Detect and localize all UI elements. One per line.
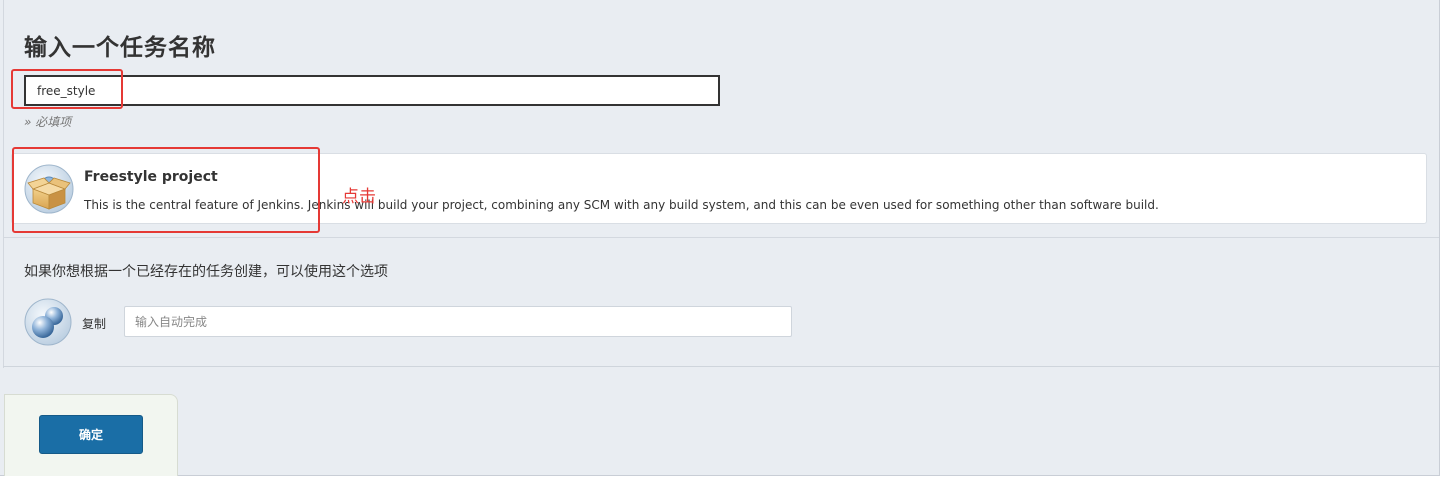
ok-button[interactable]: 确定	[39, 415, 143, 454]
item-type-title: Freestyle project	[84, 169, 218, 185]
copy-from-label: 复制	[82, 317, 107, 331]
annotation-click-label: 点击	[342, 187, 376, 207]
form-bottom-divider	[3, 366, 1439, 367]
page-title: 输入一个任务名称	[24, 35, 216, 61]
copy-from-hint: 如果你想根据一个已经存在的任务创建，可以使用这个选项	[24, 264, 388, 280]
package-box-icon	[24, 164, 74, 214]
item-type-freestyle-project[interactable]: Freestyle project This is the central fe…	[11, 153, 1427, 224]
copy-from-input[interactable]	[124, 306, 792, 337]
required-hint: » 必填项	[24, 115, 72, 129]
copy-spheres-icon	[24, 298, 72, 346]
item-name-input[interactable]	[24, 75, 720, 106]
page-left-border	[3, 0, 4, 368]
item-types-divider	[3, 237, 1439, 238]
item-type-description: This is the central feature of Jenkins. …	[84, 198, 1159, 212]
new-item-page: 输入一个任务名称 » 必填项	[0, 0, 1440, 476]
